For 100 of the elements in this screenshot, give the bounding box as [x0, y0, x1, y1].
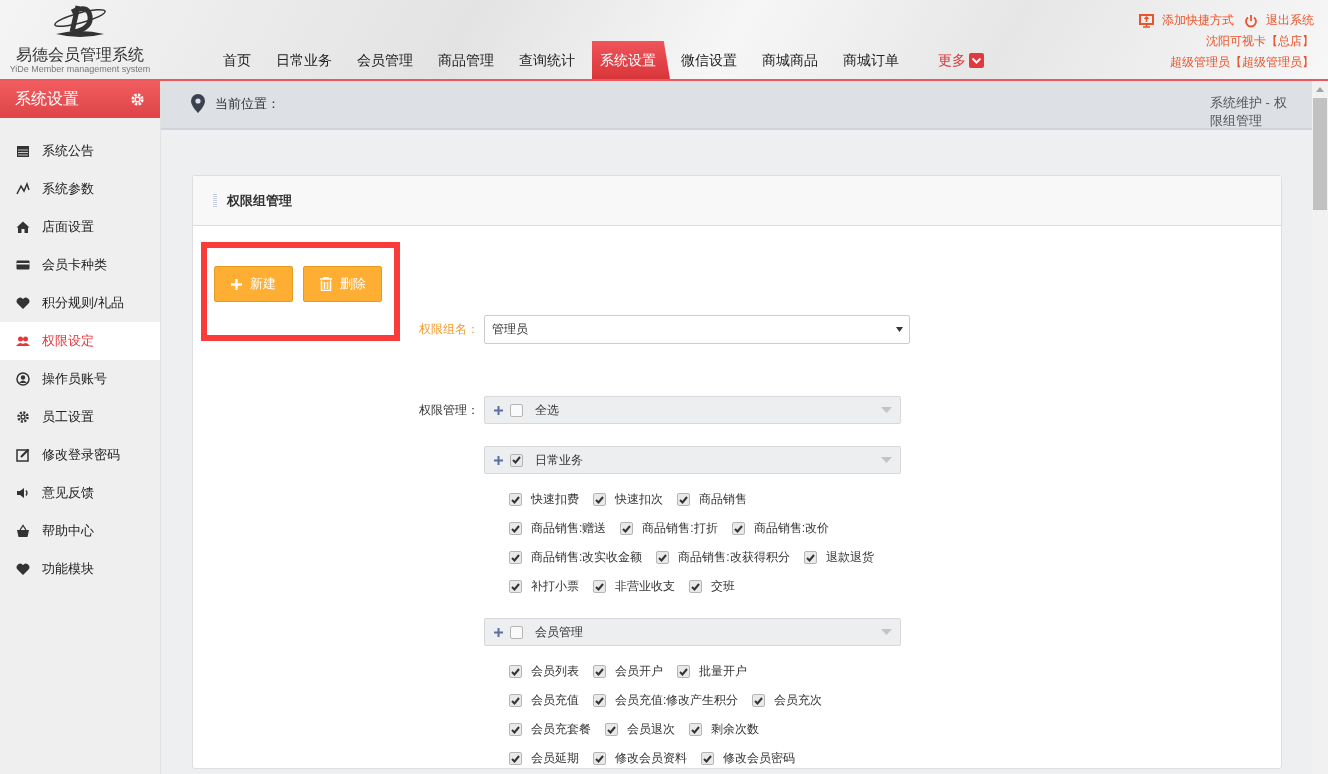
permission-label: 商品销售:改实收金额: [531, 549, 643, 566]
location-pin-icon: [191, 94, 205, 113]
permission-label: 商品销售:改获得积分: [678, 549, 790, 566]
checkbox[interactable]: [510, 403, 523, 417]
checkbox[interactable]: [605, 723, 618, 736]
permission-label: 商品销售: [699, 491, 747, 508]
sidebar-title: 系统设置: [15, 89, 79, 109]
checkbox[interactable]: [509, 665, 522, 678]
permission-label: 批量开户: [699, 663, 747, 680]
checkbox[interactable]: [510, 625, 523, 639]
gear-icon: [16, 410, 30, 424]
nav-tab[interactable]: 查询统计: [511, 41, 583, 79]
card-icon: [16, 258, 30, 272]
nav-tab[interactable]: 商城商品: [754, 41, 826, 79]
sidebar-item[interactable]: 意见反馈: [0, 474, 160, 512]
permission-group-header[interactable]: 会员管理: [484, 618, 901, 646]
checkbox[interactable]: [593, 694, 606, 707]
checkbox[interactable]: [689, 580, 702, 593]
checkbox[interactable]: [752, 694, 766, 707]
sidebar-item[interactable]: 系统参数: [0, 170, 160, 208]
store-name: 沈阳可视卡【总店】: [1206, 33, 1314, 50]
nav-tab[interactable]: 商品管理: [430, 41, 502, 79]
plus-icon: [494, 627, 503, 637]
sidebar-item[interactable]: 操作员账号: [0, 360, 160, 398]
checkbox[interactable]: [509, 551, 522, 564]
scrollbar-thumb[interactable]: [1313, 98, 1327, 210]
checkbox[interactable]: [593, 580, 606, 593]
permission-label: 剩余次数: [711, 721, 759, 738]
heart-icon: [16, 296, 30, 310]
checkbox[interactable]: [510, 453, 523, 467]
sidebar-item[interactable]: 修改登录密码: [0, 436, 160, 474]
scrollbar[interactable]: [1312, 81, 1328, 774]
caret-icon: [881, 457, 892, 463]
calendar-icon: [16, 144, 30, 158]
checkbox[interactable]: [593, 493, 606, 506]
caret-icon: [881, 629, 892, 635]
nav-tab[interactable]: 日常业务: [268, 41, 340, 79]
checkbox[interactable]: [593, 665, 606, 678]
checkbox[interactable]: [689, 723, 702, 736]
field-label: 权限管理：: [419, 402, 480, 419]
nav-tab[interactable]: 会员管理: [349, 41, 421, 79]
permission-label: 交班: [711, 578, 735, 595]
sidebar-item[interactable]: 积分规则/礼品: [0, 284, 160, 322]
checkbox[interactable]: [677, 665, 690, 678]
chevron-down-icon: [969, 52, 984, 68]
drag-handle-icon: [213, 194, 217, 207]
nav-tab[interactable]: 商城订单: [835, 41, 907, 79]
checkbox[interactable]: [509, 694, 522, 707]
checkbox[interactable]: [509, 522, 522, 535]
sidebar-item[interactable]: 权限设定: [0, 322, 160, 360]
checkbox[interactable]: [620, 522, 634, 535]
permission-label: 会员充值: [531, 692, 579, 709]
sidebar-item[interactable]: 会员卡种类: [0, 246, 160, 284]
more-menu[interactable]: 更多: [930, 41, 992, 79]
checkbox[interactable]: [677, 493, 690, 506]
permission-label: 商品销售:改价: [753, 520, 830, 537]
permission-label: 会员充次: [774, 692, 823, 709]
sidebar-item[interactable]: 帮助中心: [0, 512, 160, 550]
permission-label: 会员列表: [531, 663, 579, 680]
breadcrumb-label: 当前位置：: [215, 95, 280, 113]
caret-icon: [881, 407, 892, 413]
checkbox[interactable]: [509, 493, 522, 506]
scroll-up-icon: [1316, 87, 1324, 92]
trash-icon: [319, 277, 332, 291]
permission-label: 补打小票: [531, 578, 579, 595]
user-icon: [16, 372, 30, 386]
checkbox[interactable]: [509, 752, 522, 765]
sidebar-item[interactable]: 店面设置: [0, 208, 160, 246]
permission-label: 会员退次: [627, 721, 675, 738]
group-name-select[interactable]: 管理员: [484, 315, 910, 344]
home-icon: [16, 220, 30, 234]
checkbox[interactable]: [656, 551, 670, 564]
sidebar-item[interactable]: 系统公告: [0, 132, 160, 170]
nav-tab[interactable]: 首页: [215, 41, 259, 79]
edit-icon: [16, 448, 30, 462]
speaker-icon: [16, 486, 30, 500]
permission-label: 快速扣费: [531, 491, 579, 508]
nav-tab[interactable]: 微信设置: [673, 41, 745, 79]
permission-label: 非营业收支: [615, 578, 675, 595]
nav-tab[interactable]: 系统设置: [592, 41, 670, 79]
checkbox[interactable]: [593, 752, 606, 765]
user-name: 超级管理员【超级管理员】: [1170, 54, 1314, 71]
heart-icon: [16, 562, 30, 576]
permission-label: 修改会员资料: [615, 750, 687, 767]
checkbox[interactable]: [509, 723, 522, 736]
checkbox[interactable]: [701, 752, 714, 765]
checkbox[interactable]: [509, 580, 522, 593]
sidebar-item[interactable]: 功能模块: [0, 550, 160, 588]
group-label: 全选: [535, 401, 559, 419]
permission-label: 会员开户: [615, 663, 663, 680]
permission-label: 退款退货: [825, 549, 874, 566]
checkbox[interactable]: [731, 522, 745, 535]
group-label: 会员管理: [535, 623, 583, 641]
permission-group-header[interactable]: 日常业务: [484, 446, 901, 474]
gear-icon: [130, 92, 145, 107]
sidebar-item[interactable]: 员工设置: [0, 398, 160, 436]
group-label: 日常业务: [535, 451, 583, 469]
plus-icon: [494, 405, 503, 415]
permission-group-header[interactable]: 全选: [484, 396, 901, 424]
checkbox[interactable]: [803, 551, 817, 564]
